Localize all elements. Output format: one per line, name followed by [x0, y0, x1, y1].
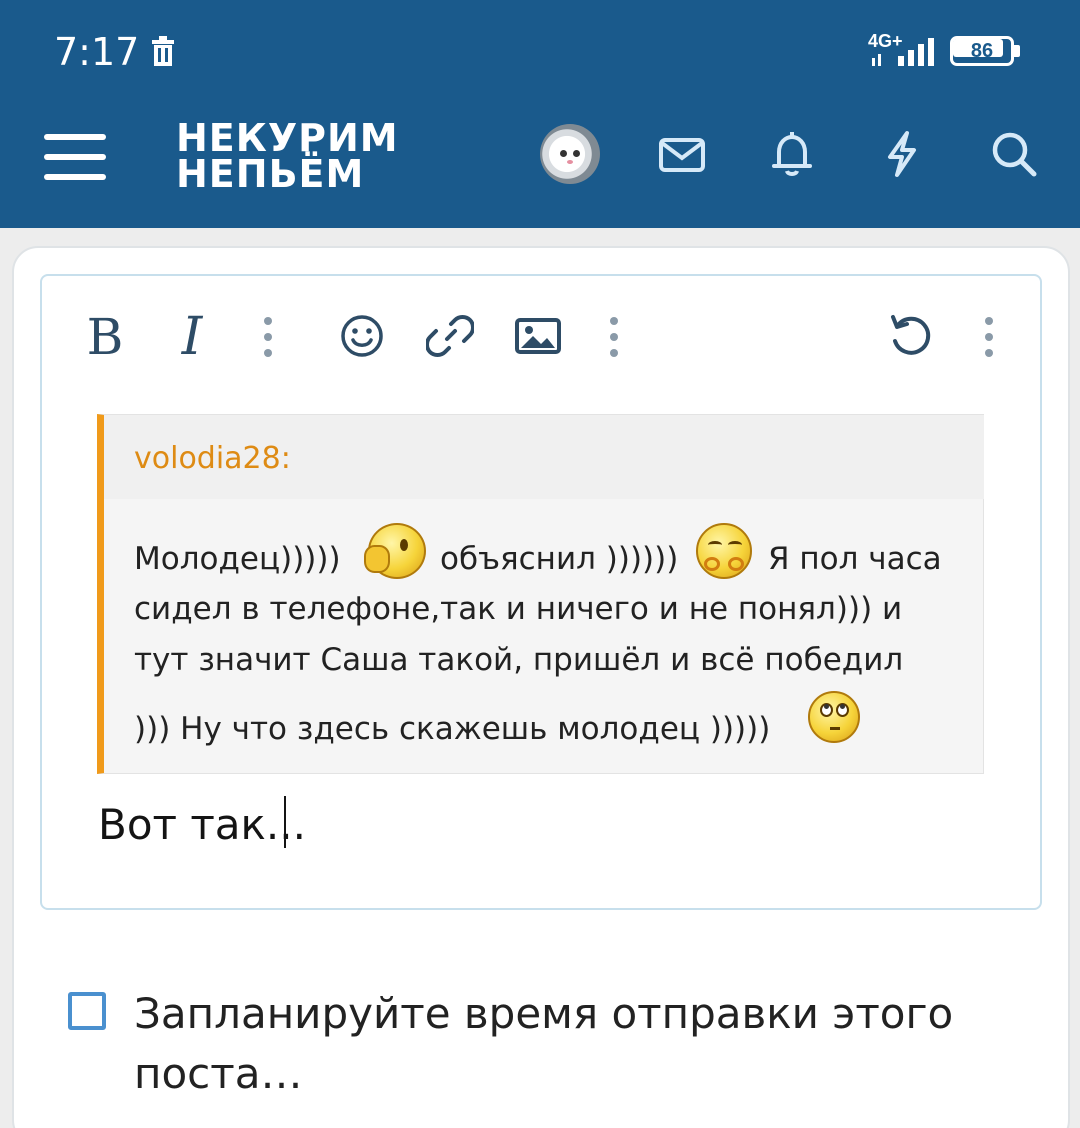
quote-block: volodia28: Молодец))))) объяснил )))))) …: [97, 414, 984, 774]
site-logo[interactable]: НЕКУРИМ НЕПЬЁМ: [176, 119, 399, 193]
link-icon[interactable]: [426, 312, 474, 360]
status-bar: 7:17 4G+ 86: [0, 0, 1080, 100]
quote-text-line: Молодец))))): [134, 541, 341, 577]
quote-text-line: сидел в телефоне,так и ничего и не понял…: [134, 591, 903, 627]
status-time: 7:17: [54, 30, 140, 74]
bell-icon[interactable]: [766, 128, 818, 180]
quote-text-line: объяснил )))))): [440, 541, 679, 577]
quote-header: volodia28:: [104, 415, 984, 499]
battery-icon: 86: [950, 36, 1022, 66]
more-icon[interactable]: [984, 317, 994, 357]
avatar[interactable]: [540, 124, 600, 184]
bolt-icon[interactable]: [876, 128, 928, 180]
quote-author[interactable]: volodia28:: [134, 441, 291, 476]
smiley-icon[interactable]: [338, 312, 386, 360]
quote-text-line: тут значит Саша такой, пришёл и всё побе…: [134, 642, 904, 678]
schedule-label[interactable]: Запланируйте время отправки этого поста…: [134, 984, 994, 1104]
app-header: 7:17 4G+ 86 НЕКУРИМ НЕПЬЁМ: [0, 0, 1080, 228]
smiley-wave-icon: [364, 523, 426, 579]
smiley-happy-icon: [696, 523, 752, 579]
battery-level: 86: [970, 40, 994, 62]
more-icon[interactable]: [609, 317, 619, 357]
editor-content[interactable]: Вот так...: [98, 800, 306, 849]
signal-icon: 4G+: [868, 32, 940, 70]
search-icon[interactable]: [988, 128, 1040, 180]
italic-icon[interactable]: I: [172, 306, 212, 368]
more-icon[interactable]: [263, 317, 273, 357]
undo-icon[interactable]: [886, 312, 936, 362]
trash-icon: [152, 36, 174, 66]
quote-text-line: ))) Ну что здесь скажешь молодец ))))): [134, 711, 771, 747]
quote-text-line: Я пол часа: [768, 541, 942, 577]
hamburger-menu-icon[interactable]: [44, 130, 106, 184]
mail-icon[interactable]: [656, 128, 708, 180]
schedule-checkbox[interactable]: [68, 992, 106, 1030]
image-icon[interactable]: [514, 314, 562, 358]
bold-icon[interactable]: B: [84, 306, 126, 368]
text-cursor: [284, 796, 286, 848]
smiley-rolling-eyes-icon: [808, 691, 860, 743]
